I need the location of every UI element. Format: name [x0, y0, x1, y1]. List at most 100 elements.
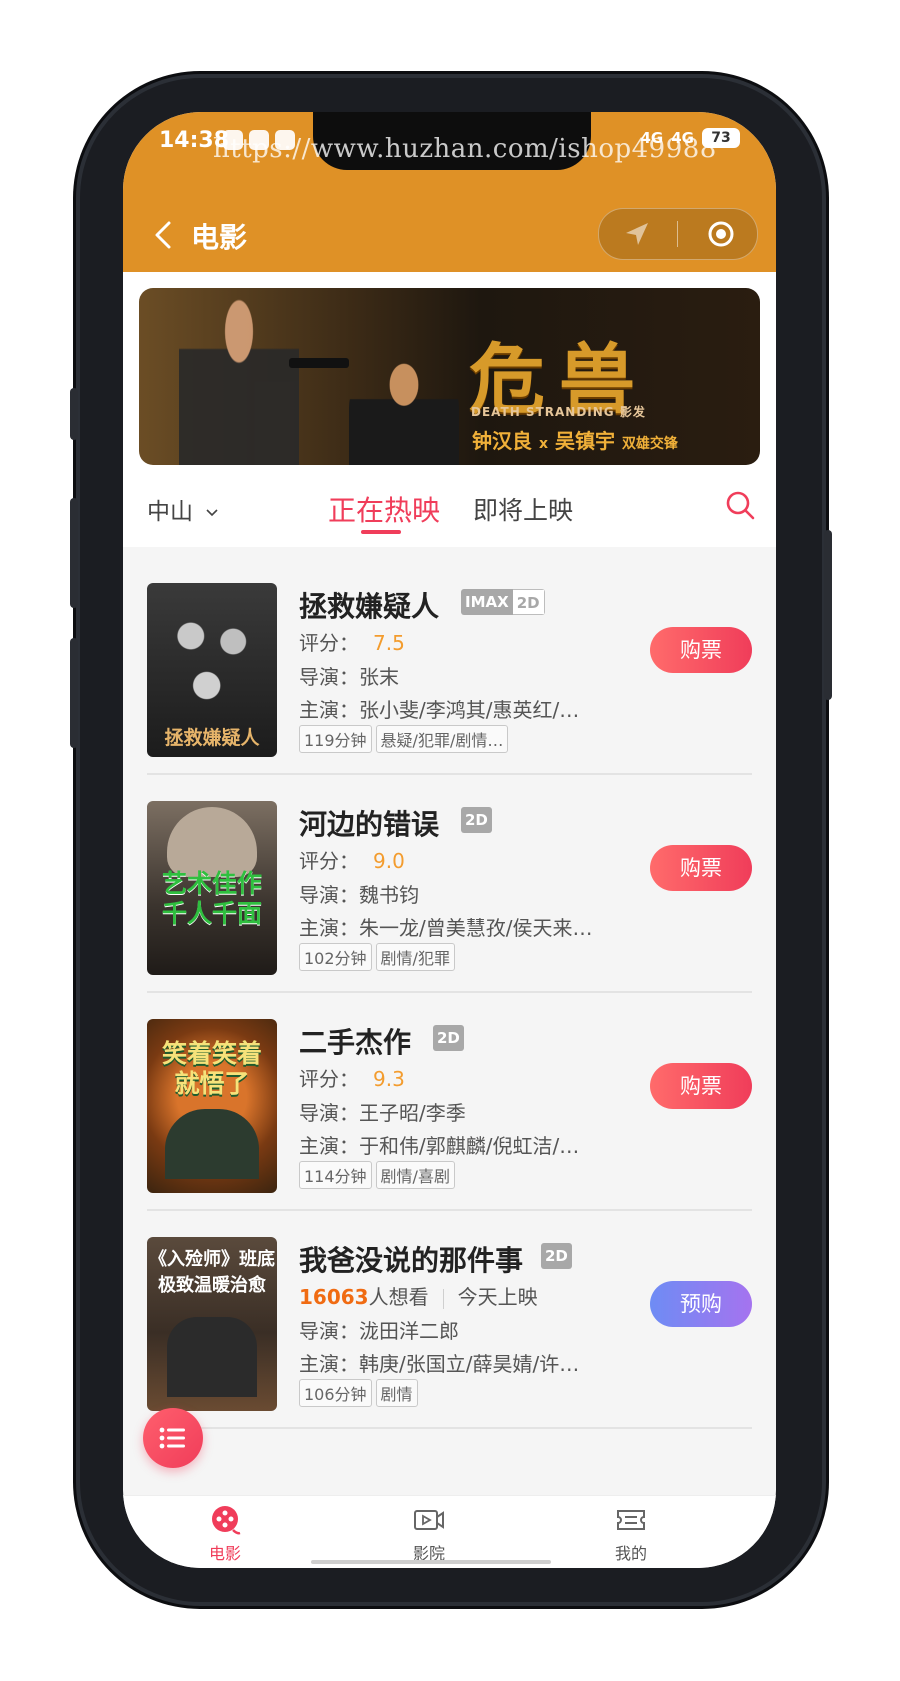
movie-director: 导演：魏书钧 [299, 883, 419, 907]
nav-bar: 电影 [123, 198, 776, 272]
mute-switch [70, 388, 78, 440]
record-target-icon[interactable] [707, 220, 735, 248]
tab-coming-soon[interactable]: 即将上映 [473, 491, 573, 527]
movie-score-line: 评分： 7.5 [299, 627, 405, 656]
ticket-icon [617, 1510, 645, 1530]
score-label: 评分： [299, 849, 359, 873]
video-play-icon [414, 1510, 444, 1530]
movie-title: 拯救嫌疑人 [299, 590, 440, 623]
genre-tag: 剧情/犯罪 [375, 943, 455, 971]
banner-subtitle: DEATH STRANDING 影发 [471, 405, 646, 419]
movie-director: 导演：王子昭/李季 [299, 1101, 466, 1125]
movie-score-line: 评分： 9.3 [299, 1063, 405, 1092]
movie-poster[interactable]: 拯救嫌疑人 [147, 583, 277, 757]
movie-poster[interactable]: 《入殓师》班底 极致温暖治愈 [147, 1237, 277, 1411]
format-imax: IMAX [461, 589, 513, 615]
chevron-down-icon [206, 508, 218, 516]
city-selector[interactable]: 中山 [147, 492, 218, 526]
format-2d: 2D [433, 1025, 464, 1051]
poster-art [159, 603, 265, 713]
presale-button[interactable]: 预购 [650, 1281, 752, 1327]
poster-art [167, 1317, 257, 1397]
buy-ticket-button[interactable]: 购票 [650, 627, 752, 673]
movie-tags: 102分钟 剧情/犯罪 [299, 943, 455, 971]
poster-art [165, 1109, 259, 1179]
movie-cast: 主演：韩庚/张国立/薛昊婧/许… [299, 1352, 580, 1376]
banner-figure [349, 358, 459, 465]
movie-score: 9.0 [373, 849, 405, 873]
page-title: 电影 [191, 221, 248, 254]
volume-down-button [70, 638, 78, 748]
movie-item[interactable]: 拯救嫌疑人 拯救嫌疑人 IMAX 2D 评分： 7.5 导演：张末 主演：张小斐/… [147, 557, 752, 775]
movie-poster[interactable]: 笑着笑着 就悟了 [147, 1019, 277, 1193]
filter-row: 中山 正在热映 即将上映 [123, 467, 776, 547]
header-section: 危兽 DEATH STRANDING 影发 钟汉良 x 吴镇宇 双雄交锋 中山 [123, 272, 776, 547]
separator [442, 1288, 444, 1309]
tab-movie-label: 电影 [208, 1544, 241, 1563]
tab-now-showing[interactable]: 正在热映 [328, 489, 440, 529]
poster-title: 拯救嫌疑人 [164, 727, 260, 749]
tab-mine[interactable]: 我的 [571, 1504, 691, 1564]
city-label: 中山 [147, 499, 193, 525]
movie-item[interactable]: 艺术佳作 千人千面 河边的错误 2D 评分： 9.0 导演：魏书钧 主演：朱一龙/… [147, 775, 752, 993]
movie-director: 导演：泷田洋二郎 [299, 1319, 459, 1343]
movie-score: 7.5 [373, 631, 405, 655]
poster-art [167, 807, 257, 877]
duration-tag: 106分钟 [299, 1379, 372, 1407]
movie-poster[interactable]: 艺术佳作 千人千面 [147, 801, 277, 975]
movie-cast: 主演：于和伟/郭麒麟/倪虹洁/… [299, 1134, 580, 1158]
content: 危兽 DEATH STRANDING 影发 钟汉良 x 吴镇宇 双雄交锋 中山 [123, 272, 776, 1496]
movie-cast: 主演：张小斐/李鸿其/惠英红/… [299, 698, 580, 722]
banner-cast-right: 吴镇宇 [554, 429, 615, 453]
format-2d: 2D [461, 807, 492, 833]
bottom-tab-bar: 电影 影院 我的 [123, 1495, 776, 1568]
chevron-left-icon[interactable] [147, 218, 181, 252]
banner-cast-left: 钟汉良 [472, 429, 532, 453]
tab-movie[interactable]: 电影 [165, 1504, 285, 1564]
format-badge: 2D [433, 1025, 464, 1051]
capsule-divider [677, 221, 678, 247]
tab-mine-label: 我的 [614, 1544, 647, 1563]
phone-frame: 14:38 4G 4G 73 https://www.huzhan.com/is… [70, 78, 832, 1602]
format-badge: IMAX 2D [461, 589, 545, 615]
genre-tag: 剧情/喜剧 [375, 1161, 455, 1189]
genre-tag: 剧情 [375, 1379, 418, 1407]
film-reel-icon [212, 1506, 241, 1535]
score-label: 评分： [299, 631, 359, 655]
tab-cinema[interactable]: 影院 [369, 1504, 489, 1564]
buy-ticket-button[interactable]: 购票 [650, 1063, 752, 1109]
movie-title: 河边的错误 [299, 808, 440, 841]
poster-title: 笑着笑着 就悟了 [161, 1039, 262, 1098]
duration-tag: 119分钟 [299, 725, 372, 753]
format-badge: 2D [541, 1243, 572, 1269]
promo-banner[interactable]: 危兽 DEATH STRANDING 影发 钟汉良 x 吴镇宇 双雄交锋 [139, 288, 760, 465]
movie-score: 9.3 [373, 1067, 405, 1091]
movie-tags: 106分钟 剧情 [299, 1379, 418, 1407]
movie-tags: 114分钟 剧情/喜剧 [299, 1161, 455, 1189]
mini-program-capsule [598, 208, 758, 260]
floating-menu-button[interactable] [143, 1408, 203, 1468]
movie-title: 我爸没说的那件事 [299, 1244, 524, 1277]
banner-prop [289, 358, 349, 368]
movie-item[interactable]: 笑着笑着 就悟了 二手杰作 2D 评分： 9.3 导演：王子昭/李季 主演：于和伟… [147, 993, 752, 1211]
format-2d: 2D [541, 1243, 572, 1269]
movie-cast: 主演：朱一龙/曾美慧孜/侯天来… [299, 916, 593, 940]
movie-title: 二手杰作 [299, 1026, 412, 1059]
buy-ticket-button[interactable]: 购票 [650, 845, 752, 891]
score-label: 评分： [299, 1067, 359, 1091]
movie-tags: 119分钟 悬疑/犯罪/剧情… [299, 725, 509, 753]
movie-director: 导演：张末 [299, 665, 399, 689]
banner-figure [179, 298, 299, 465]
list-menu-icon [159, 1427, 185, 1449]
search-icon[interactable] [724, 489, 756, 521]
tab-active-indicator [361, 530, 401, 534]
movie-list: 拯救嫌疑人 拯救嫌疑人 IMAX 2D 评分： 7.5 导演：张末 主演：张小斐/… [123, 557, 776, 1429]
want-label: 人想看 [368, 1285, 429, 1309]
movie-score-line: 评分： 9.0 [299, 845, 405, 874]
status-bar: 14:38 4G 4G 73 https://www.huzhan.com/is… [123, 112, 776, 198]
movie-item[interactable]: 《入殓师》班底 极致温暖治愈 我爸没说的那件事 2D 16063人想看 今天上映 … [147, 1211, 752, 1429]
format-2d: 2D [512, 589, 545, 615]
volume-up-button [70, 498, 78, 608]
release-date: 今天上映 [457, 1285, 538, 1309]
navigation-arrow-icon[interactable] [623, 220, 651, 248]
